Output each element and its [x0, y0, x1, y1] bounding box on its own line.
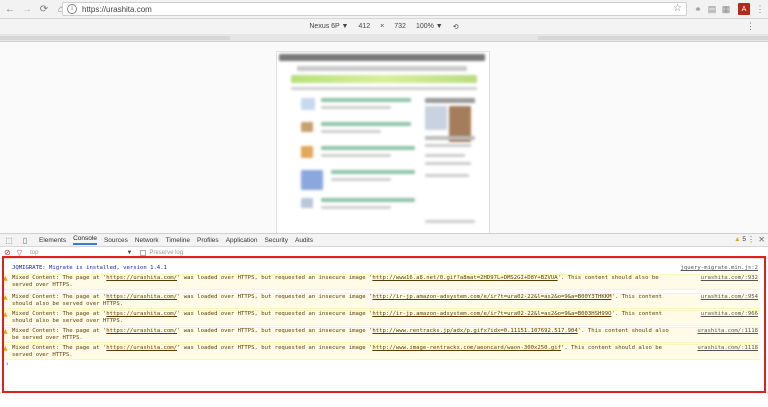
tab-elements[interactable]: Elements [39, 237, 66, 244]
console-warning: ▲ Mixed Content: The page at 'https://ur… [3, 310, 760, 326]
message-source-link[interactable]: urashita.com/:1118 [697, 328, 758, 335]
message-source-link[interactable]: urashita.com/:966 [701, 311, 758, 318]
page-link[interactable]: https://urashita.com/ [106, 311, 177, 317]
resource-link[interactable]: http://www.image-rentracks.com/aeoncard/… [372, 345, 561, 351]
media-query-ruler[interactable] [0, 34, 768, 42]
device-width[interactable]: 412 [358, 23, 370, 30]
page-preview[interactable] [276, 51, 490, 237]
close-icon[interactable]: ✕ [758, 235, 765, 244]
preserve-log-label: Preserve log [149, 249, 184, 256]
chevron-down-icon[interactable]: ▼ [126, 250, 132, 256]
resource-link[interactable]: http://ir-jp.amazon-adsystem.com/e/ir?t=… [372, 311, 611, 317]
tab-security[interactable]: Security [265, 237, 288, 244]
console-warning: ▲ Mixed Content: The page at 'https://ur… [3, 327, 760, 343]
device-mode-icon[interactable]: ▯ [18, 234, 32, 246]
menu-kebab-icon[interactable]: ⋮ [754, 3, 766, 15]
device-height[interactable]: 732 [394, 23, 406, 30]
device-select[interactable]: Nexus 6P ▼ [309, 23, 348, 30]
message-source-link[interactable]: urashita.com/:1118 [697, 345, 758, 352]
warning-icon: ▲ [3, 275, 8, 282]
message-text: ' was loaded over HTTPS, but requested a… [177, 328, 373, 334]
page-link[interactable]: https://urashita.com/ [106, 275, 177, 281]
page-link[interactable]: https://urashita.com/ [106, 345, 177, 351]
context-select[interactable]: top [30, 250, 38, 256]
console-warning: ▲ Mixed Content: The page at 'https://ur… [3, 293, 760, 309]
console-message: JQMIGRATE: Migrate is installed, version… [4, 265, 760, 272]
dimension-separator: × [380, 23, 385, 30]
tab-sources[interactable]: Sources [104, 237, 128, 244]
message-text: Mixed Content: The page at ' [12, 294, 107, 300]
tab-audits[interactable]: Audits [295, 237, 313, 244]
image-extension-icon[interactable]: ▦ [720, 3, 732, 15]
message-text: ' was loaded over HTTPS, but requested a… [177, 275, 373, 281]
reload-icon[interactable]: ⟳ [37, 2, 51, 16]
message-text: ' was loaded over HTTPS, but requested a… [177, 345, 373, 351]
zoom-select[interactable]: 100% ▼ [416, 23, 443, 30]
console-output[interactable]: JQMIGRATE: Migrate is installed, version… [0, 259, 768, 407]
clear-console-icon[interactable]: ⊘ [4, 248, 11, 257]
warning-icon: ▲ [3, 345, 8, 352]
filter-icon[interactable]: ▽ [17, 249, 22, 257]
message-text: Mixed Content: The page at ' [12, 328, 107, 334]
tab-application[interactable]: Application [226, 237, 258, 244]
console-warning: ▲ Mixed Content: The page at 'https://ur… [3, 344, 760, 360]
message-text: ' was loaded over HTTPS, but requested a… [177, 311, 373, 317]
tab-profiles[interactable]: Profiles [197, 237, 219, 244]
console-filterbar: ⊘ ▽ top ▼ Preserve log [0, 247, 768, 259]
back-arrow-icon[interactable]: ← [3, 2, 17, 16]
forward-arrow-icon[interactable]: → [20, 2, 34, 16]
message-text: JQMIGRATE: Migrate is installed, version… [12, 265, 167, 271]
message-source-link[interactable]: jquery-migrate.min.js:2 [681, 265, 758, 272]
device-menu-icon[interactable]: ⋮ [746, 21, 755, 32]
console-prompt[interactable]: › [5, 360, 9, 368]
resource-link[interactable]: http://www16.a8.net/0.gif?a8mat=2HD97L+D… [372, 275, 557, 281]
browser-toolbar: ← → ⟳ ⌂ i https://urashita.com ☆ ⚭ ▤ ▦ ○… [0, 0, 768, 19]
warning-counter[interactable]: ▲ 5 [734, 236, 746, 243]
message-text: ' was loaded over HTTPS, but requested a… [177, 294, 373, 300]
tab-console[interactable]: Console [73, 235, 97, 245]
star-icon[interactable]: ☆ [673, 3, 682, 14]
message-text: Mixed Content: The page at ' [12, 275, 107, 281]
emulated-viewport [0, 42, 768, 237]
message-source-link[interactable]: urashita.com/:932 [701, 275, 758, 282]
pdf-extension-icon[interactable]: A [738, 3, 750, 15]
warning-icon: ▲ [3, 294, 8, 301]
clipboard-extension-icon[interactable]: ▤ [706, 3, 718, 15]
message-text: Mixed Content: The page at ' [12, 311, 107, 317]
message-source-link[interactable]: urashita.com/:954 [701, 294, 758, 301]
info-icon[interactable]: i [67, 4, 77, 14]
message-text: Mixed Content: The page at ' [12, 345, 107, 351]
url-text[interactable]: https://urashita.com [82, 5, 152, 14]
warning-count: 5 [742, 236, 746, 243]
resource-link[interactable]: http://ir-jp.amazon-adsystem.com/e/ir?t=… [372, 294, 611, 300]
warning-icon: ▲ [734, 236, 741, 243]
devtools-menu-icon[interactable]: ⋮ [747, 235, 755, 244]
preserve-log-toggle[interactable]: Preserve log [140, 249, 184, 256]
inspect-element-icon[interactable]: ⬚ [2, 234, 16, 246]
console-warning: ▲ Mixed Content: The page at 'https://ur… [3, 274, 760, 290]
address-bar[interactable]: i https://urashita.com ☆ [62, 2, 687, 16]
link-extension-icon[interactable]: ⚭ [692, 3, 704, 15]
page-link[interactable]: https://urashita.com/ [106, 328, 177, 334]
resource-link[interactable]: http://www.rentracks.jp/adx/p.gifx?idx=0… [372, 328, 577, 334]
tab-timeline[interactable]: Timeline [166, 237, 190, 244]
warning-icon: ▲ [3, 328, 8, 335]
devtools-tabbar: ⬚ ▯ Elements Console Sources Network Tim… [0, 233, 768, 247]
tab-network[interactable]: Network [135, 237, 159, 244]
warning-icon: ▲ [3, 311, 8, 318]
page-link[interactable]: https://urashita.com/ [106, 294, 177, 300]
rotate-icon[interactable]: ⟲ [453, 23, 459, 31]
device-toolbar: Nexus 6P ▼ 412 × 732 100% ▼ ⟲ ⋮ [0, 19, 768, 34]
preserve-log-checkbox[interactable] [140, 249, 147, 256]
